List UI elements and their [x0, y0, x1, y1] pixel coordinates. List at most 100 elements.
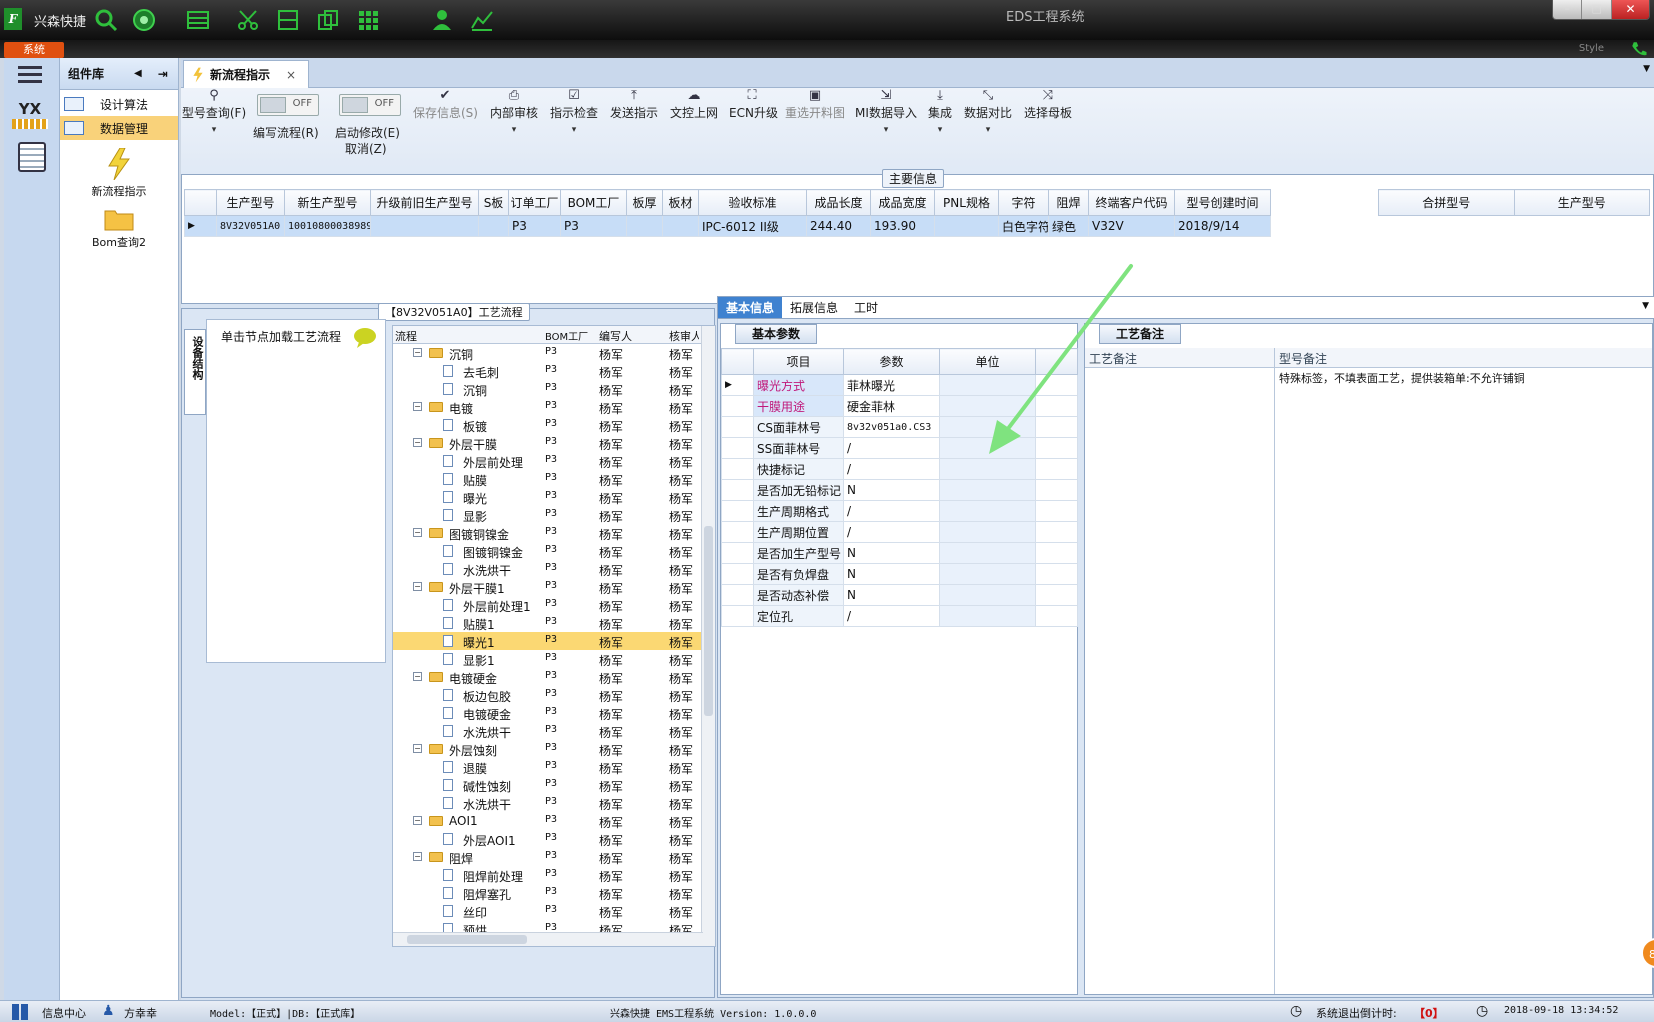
device-structure-tab[interactable]: 设备结构 — [184, 329, 206, 415]
table-cell[interactable]: 2018/9/14 — [1174, 215, 1271, 237]
film-icon[interactable] — [276, 8, 300, 32]
column-header[interactable]: 字符 — [998, 189, 1049, 216]
table-cell[interactable]: 193.90 — [870, 215, 935, 237]
param-unit[interactable] — [939, 563, 1036, 585]
tab-basic-info[interactable]: 基本信息 — [718, 297, 783, 318]
collapse-icon[interactable]: − — [413, 582, 422, 591]
cancel-button[interactable]: 取消(Z) — [345, 140, 387, 157]
column-header[interactable]: BOM工厂 — [560, 189, 627, 216]
table-cell[interactable]: V32V — [1088, 215, 1175, 237]
table-row[interactable]: ▶ 8V32V051A0 10010800038989 P3 P3 IPC-6012 II… — [184, 215, 1271, 237]
instruction-check-button[interactable]: ☑ 指示检查 ▾ — [549, 88, 599, 135]
grid-icon[interactable] — [186, 8, 210, 32]
tree-row[interactable]: 丝印 P3 杨军 杨军 — [393, 902, 703, 920]
nav-item-data-management[interactable]: 数据管理 — [60, 116, 178, 140]
param-value[interactable]: 硬金菲林 — [843, 395, 940, 417]
tree-row[interactable]: − 外层干膜1 P3 杨军 杨军 — [393, 578, 703, 596]
pin-icon[interactable]: ⇥ — [158, 67, 168, 81]
table-cell[interactable]: 绿色 — [1048, 215, 1089, 237]
maximize-button[interactable]: □ — [1581, 0, 1611, 19]
column-header[interactable]: PNL规格 — [934, 189, 999, 216]
row-selector[interactable] — [721, 395, 754, 417]
param-value[interactable]: / — [843, 458, 940, 480]
internal-review-button[interactable]: ⎙ 内部审核 ▾ — [489, 88, 539, 135]
column-header[interactable]: 终端客户代码 — [1088, 189, 1175, 216]
param-unit[interactable] — [939, 500, 1036, 522]
collapse-icon[interactable]: − — [413, 672, 422, 681]
row-selector[interactable] — [721, 563, 754, 585]
tree-row[interactable]: 阻焊前处理 P3 杨军 杨军 — [393, 866, 703, 884]
tree-row[interactable]: 去毛刺 P3 杨军 杨军 — [393, 362, 703, 380]
tree-row[interactable]: 曝光 P3 杨军 杨军 — [393, 488, 703, 506]
tab-work-hours[interactable]: 工时 — [846, 297, 886, 318]
tree-row[interactable]: − AOI1 P3 杨军 杨军 — [393, 812, 703, 830]
param-value[interactable]: / — [843, 500, 940, 522]
param-value[interactable]: / — [843, 437, 940, 459]
table-cell[interactable] — [662, 215, 699, 237]
tree-row[interactable]: 外层AOI1 P3 杨军 杨军 — [393, 830, 703, 848]
param-value[interactable]: N — [843, 479, 940, 501]
info-center-label[interactable]: 信息中心 — [42, 1005, 86, 1021]
table-row[interactable]: 是否有负焊盘 N — [721, 563, 1078, 585]
param-unit[interactable] — [939, 584, 1036, 606]
param-value[interactable]: 8v32v051a0.CS3 — [843, 416, 940, 438]
collapse-icon[interactable]: − — [413, 438, 422, 447]
detail-dropdown-icon[interactable]: ▼ — [1642, 301, 1649, 311]
table-cell[interactable]: IPC-6012 II级 — [698, 215, 807, 237]
table-row[interactable]: 定位孔 / — [721, 605, 1078, 627]
column-header[interactable]: 升级前旧生产型号 — [370, 189, 479, 216]
column-header[interactable]: S板 — [478, 189, 509, 216]
param-value[interactable]: N — [843, 563, 940, 585]
nav-item-design-algorithm[interactable]: 设计算法 — [60, 92, 178, 116]
search-icon[interactable] — [94, 8, 118, 32]
merge-model-table[interactable]: 合拼型号 生产型号 — [1378, 189, 1650, 216]
scroll-thumb[interactable] — [704, 526, 713, 716]
column-header[interactable]: 成品长度 — [806, 189, 871, 216]
tree-row[interactable]: 水洗烘干 P3 杨军 杨军 — [393, 794, 703, 812]
system-tab[interactable]: 系统 — [4, 42, 64, 58]
table-cell[interactable]: 244.40 — [806, 215, 871, 237]
tree-row[interactable]: 沉铜 P3 杨军 杨军 — [393, 380, 703, 398]
param-unit[interactable] — [939, 479, 1036, 501]
send-instruction-button[interactable]: ⤒ 发送指示 — [609, 88, 659, 121]
column-header[interactable]: 板材 — [662, 189, 699, 216]
table-cell[interactable]: 白色字符 — [998, 215, 1049, 237]
param-value[interactable]: 菲林曝光 — [843, 374, 940, 396]
mi-import-button[interactable]: ⇲ MI数据导入 ▾ — [855, 88, 917, 135]
tree-row[interactable]: − 外层蚀刻 P3 杨军 杨军 — [393, 740, 703, 758]
tree-row[interactable]: 电镀硬金 P3 杨军 杨军 — [393, 704, 703, 722]
row-selector[interactable] — [721, 416, 754, 438]
tree-row[interactable]: − 外层干膜 P3 杨军 杨军 — [393, 434, 703, 452]
tab-dropdown-icon[interactable]: ▼ — [1643, 64, 1650, 74]
tab-new-flow-instruction[interactable]: 新流程指示 × — [183, 60, 309, 88]
param-value[interactable]: N — [843, 584, 940, 606]
collapse-icon[interactable]: − — [413, 402, 422, 411]
type-query-button[interactable]: ⚲ 型号查询(F) ▾ — [181, 88, 247, 135]
column-header[interactable]: 生产型号 — [216, 189, 285, 216]
tree-row[interactable]: 显影 P3 杨军 杨军 — [393, 506, 703, 524]
chart-icon[interactable] — [470, 8, 494, 32]
tree-row[interactable]: 退膜 P3 杨军 杨军 — [393, 758, 703, 776]
tree-row[interactable]: 贴膜1 P3 杨军 杨军 — [393, 614, 703, 632]
table-cell[interactable] — [626, 215, 663, 237]
table-row[interactable]: 生产周期位置 / — [721, 521, 1078, 543]
windows-icon[interactable] — [12, 1004, 28, 1020]
user-icon[interactable] — [430, 8, 454, 32]
table-cell[interactable] — [478, 215, 509, 237]
table-cell[interactable]: P3 — [508, 215, 561, 237]
tree-row[interactable]: 曝光1 P3 杨军 杨军 — [393, 632, 703, 650]
param-value[interactable]: N — [843, 542, 940, 564]
param-unit[interactable] — [939, 521, 1036, 543]
tree-row[interactable]: 显影1 P3 杨军 杨军 — [393, 650, 703, 668]
collapse-icon[interactable]: − — [413, 852, 422, 861]
row-selector[interactable] — [721, 521, 754, 543]
table-cell[interactable]: 10010800038989 — [284, 215, 371, 237]
save-info-button[interactable]: ✔ 保存信息(S) — [413, 88, 478, 121]
bom-query-item[interactable]: Bom查询2 — [60, 207, 178, 250]
tree-row[interactable]: 阻焊塞孔 P3 杨军 杨军 — [393, 884, 703, 902]
hamburger-menu-icon[interactable] — [18, 64, 42, 84]
collapse-left-icon[interactable]: ◀ — [134, 68, 142, 79]
table-cell[interactable] — [934, 215, 999, 237]
column-header[interactable]: 成品宽度 — [870, 189, 935, 216]
model-remark-text[interactable]: 特殊标签，不填表面工艺，提供装箱单:不允许铺铜 — [1275, 368, 1652, 388]
